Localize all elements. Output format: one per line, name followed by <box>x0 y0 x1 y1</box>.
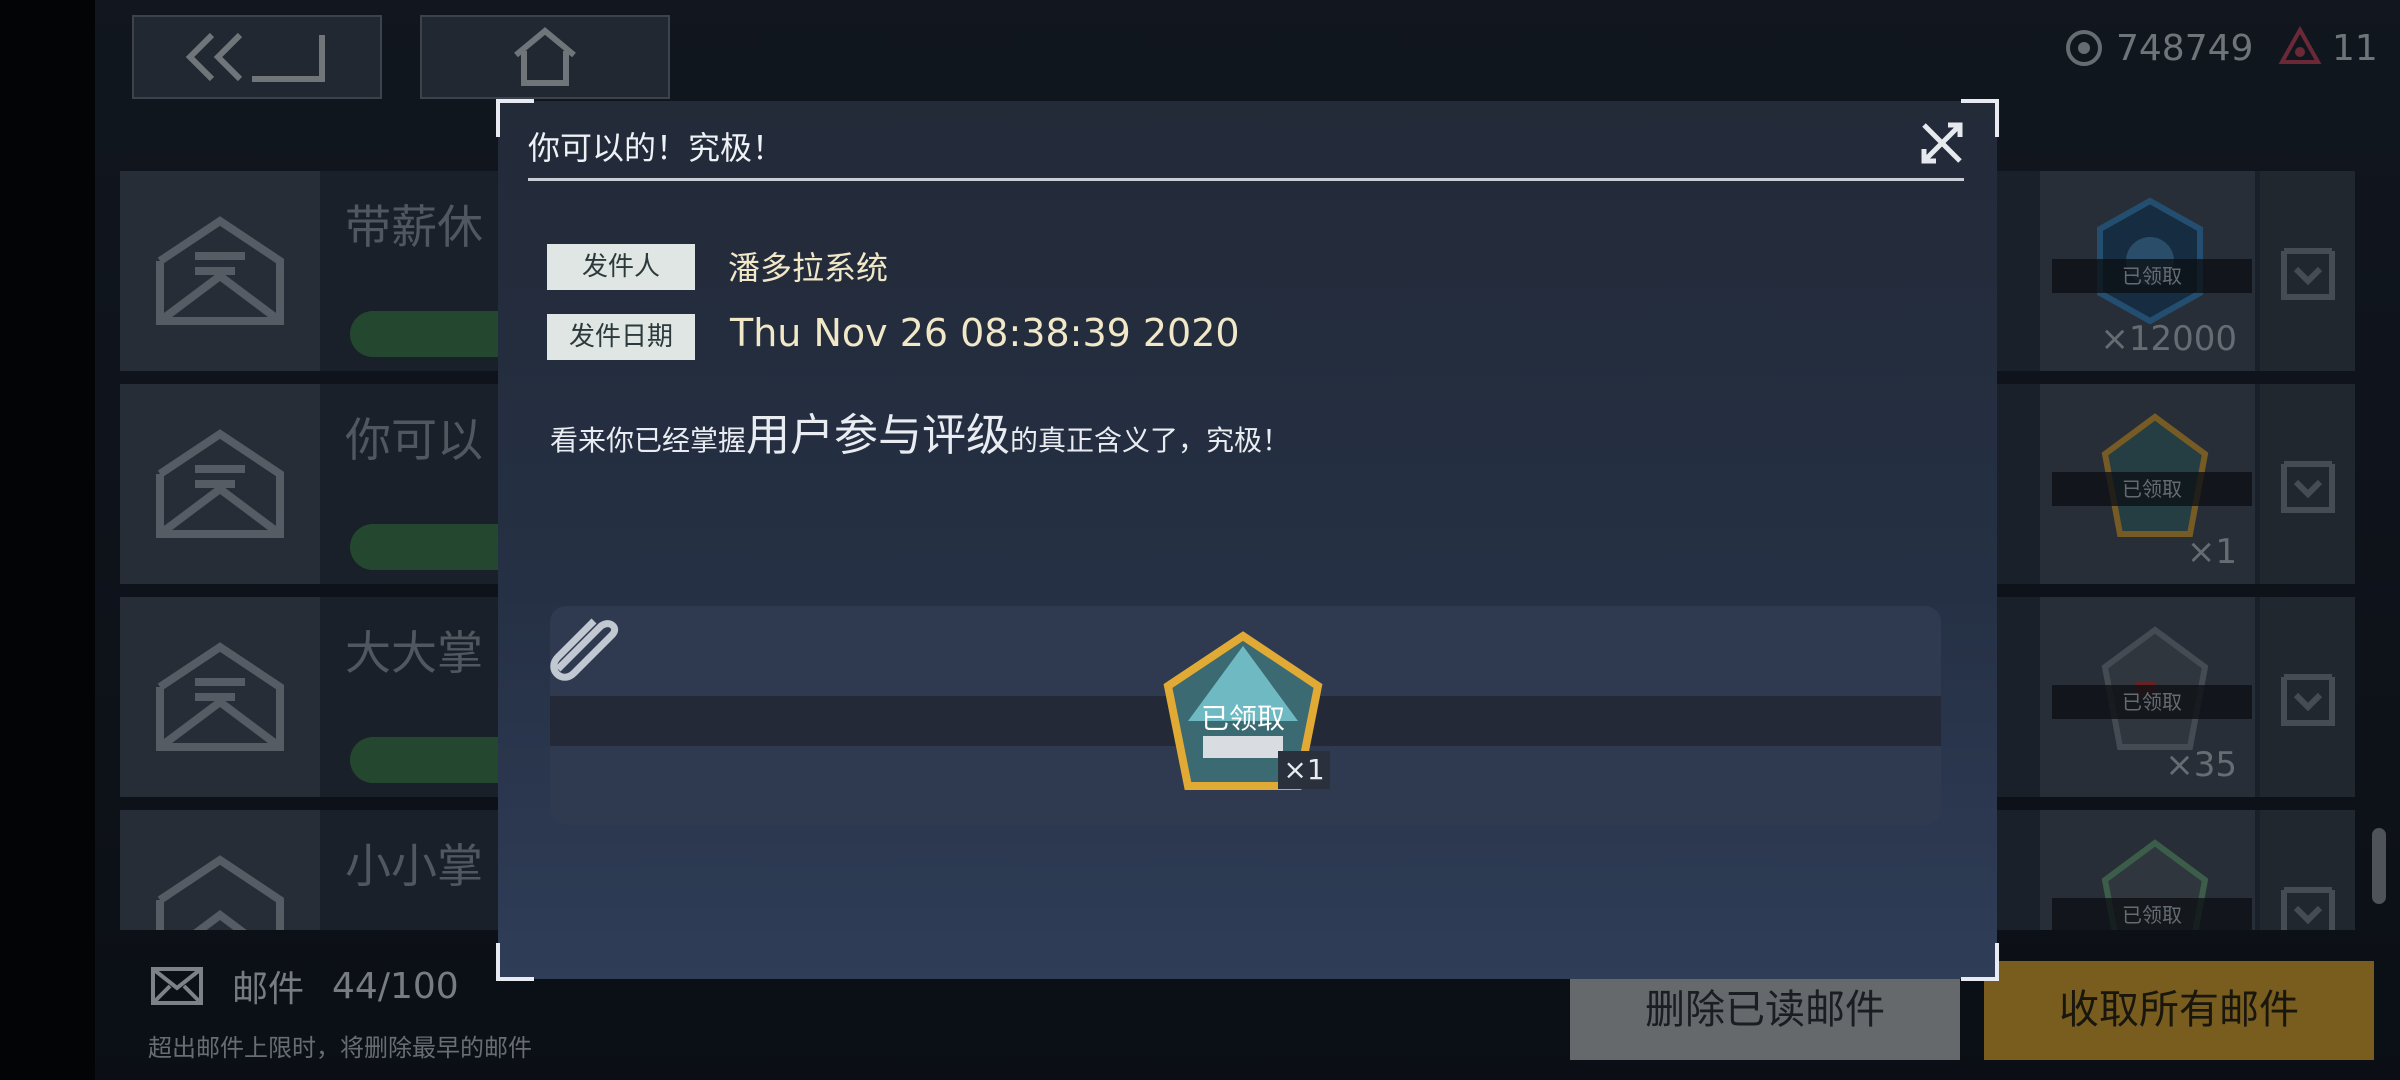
mail-body-suffix: 的真正含义了，究极！ <box>1010 424 1291 457</box>
mail-body-highlight: 用户参与评级 <box>746 410 1011 461</box>
sender-label: 发件人 <box>547 244 695 290</box>
attachment-claimed-label: 已领取 <box>1200 702 1285 735</box>
date-value: Thu Nov 26 08:38:39 2020 <box>730 311 1240 355</box>
sender-value: 潘多拉系统 <box>728 249 889 287</box>
mail-body: 看来你已经掌握用户参与评级的真正含义了，究极！ <box>550 399 1290 463</box>
corner-bracket <box>1961 99 1999 137</box>
dialog-title: 你可以的！究极！ <box>528 129 785 167</box>
attachment-qty: ×1 <box>1278 751 1330 789</box>
title-divider <box>528 178 1964 181</box>
paperclip-icon <box>538 599 630 687</box>
close-icon <box>1921 122 1963 164</box>
mail-body-prefix: 看来你已经掌握 <box>550 424 747 457</box>
mail-detail-dialog: 你可以的！究极！ 发件人 潘多拉系统 发件日期 Thu Nov 26 08:38… <box>496 99 1999 981</box>
close-button[interactable] <box>1918 119 1966 167</box>
corner-bracket <box>496 943 534 981</box>
date-label: 发件日期 <box>547 314 695 360</box>
corner-bracket <box>1961 943 1999 981</box>
